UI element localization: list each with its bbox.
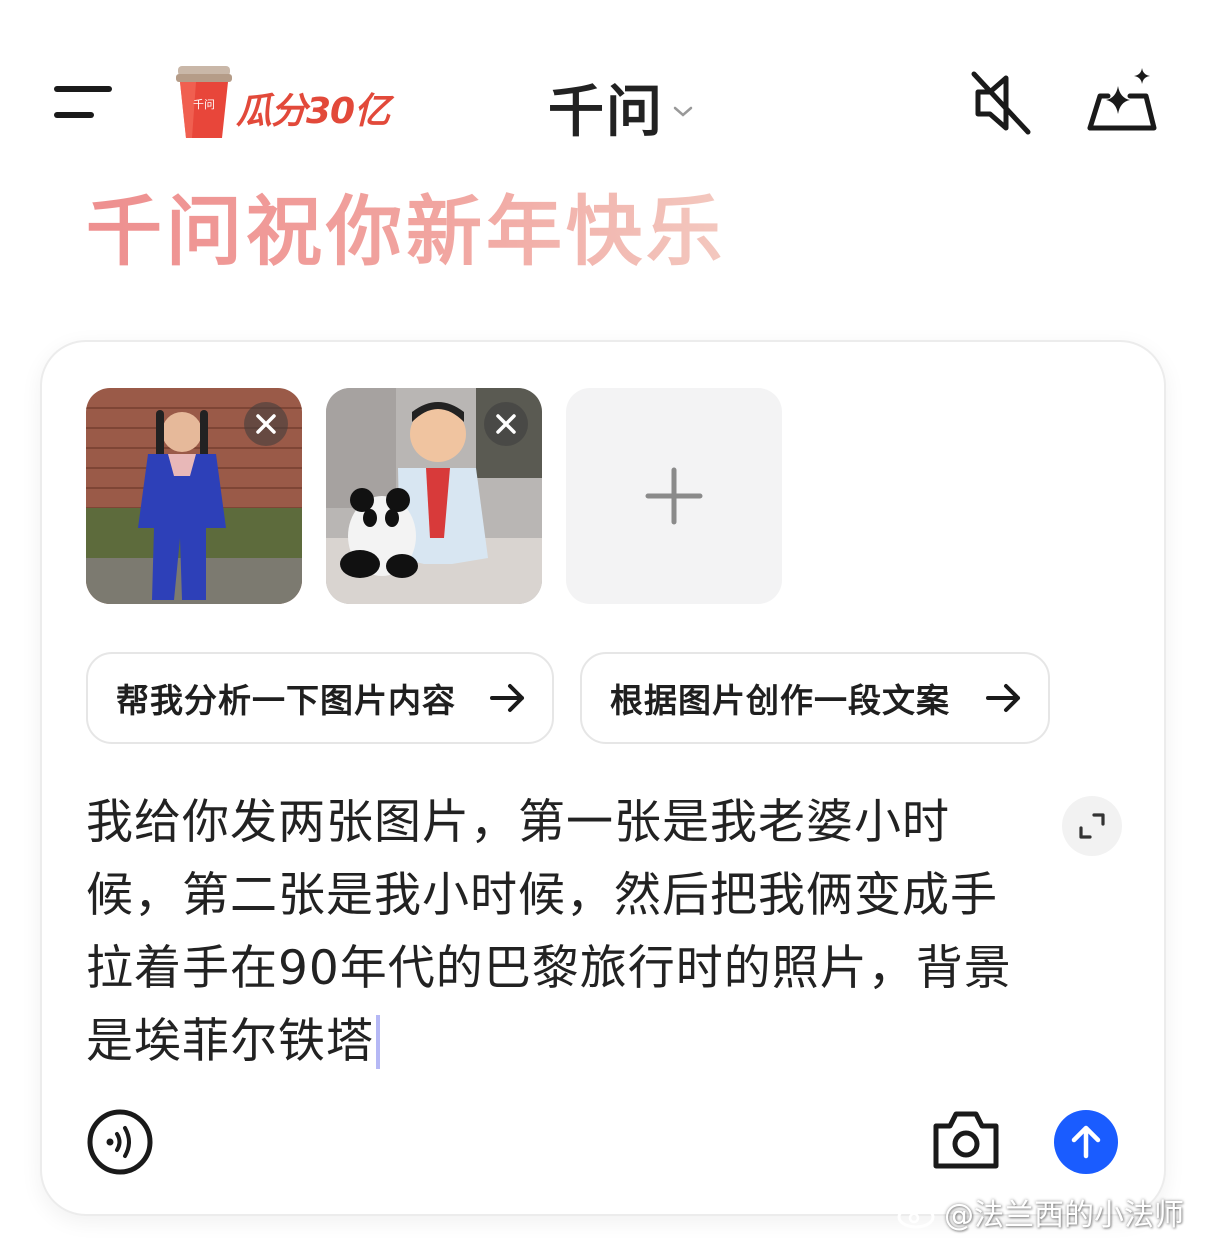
watermark: @法兰西的小法师 <box>896 1190 1184 1234</box>
coffee-cup-icon: 千问 <box>176 66 232 138</box>
attachment-thumbnail[interactable] <box>326 388 542 604</box>
voice-waves-icon <box>87 1109 153 1175</box>
close-icon <box>496 414 516 434</box>
app-title: 千问 <box>548 79 664 145</box>
watermark-text: @法兰西的小法师 <box>944 1198 1184 1233</box>
camera-button[interactable] <box>930 1106 1002 1174</box>
weibo-logo-icon <box>897 1197 938 1229</box>
message-input[interactable]: 我给你发两张图片，第一张是我老婆小时候，第二张是我小时候，然后把我俩变成手拉着手… <box>86 786 1016 1078</box>
speaker-muted-icon <box>971 71 1031 135</box>
camera-icon <box>933 1111 999 1169</box>
suggestion-label: 根据图片创作一段文案 <box>610 681 950 720</box>
suggestion-chip-analyze[interactable]: 帮我分析一下图片内容 <box>86 652 554 744</box>
attachment-thumbnail[interactable] <box>86 388 302 604</box>
new-chat-button[interactable] <box>1084 66 1160 136</box>
arrow-right-icon <box>986 684 1020 712</box>
expand-input-button[interactable] <box>1062 796 1122 856</box>
promo-text: 瓜分30亿 <box>236 91 390 132</box>
remove-attachment-button[interactable] <box>244 402 288 446</box>
remove-attachment-button[interactable] <box>484 402 528 446</box>
menu-button[interactable] <box>52 82 116 122</box>
arrow-right-icon <box>490 684 524 712</box>
sparkle-new-chat-icon <box>1087 68 1157 131</box>
chevron-down-icon <box>673 106 693 117</box>
menu-icon <box>54 86 112 118</box>
model-selector[interactable]: 千问 <box>548 72 694 145</box>
message-input-text: 我给你发两张图片，第一张是我老婆小时候，第二张是我小时候，然后把我俩变成手拉着手… <box>86 795 1012 1069</box>
send-button[interactable] <box>1054 1110 1118 1174</box>
mute-button[interactable] <box>968 70 1036 136</box>
suggestion-chip-copywriting[interactable]: 根据图片创作一段文案 <box>580 652 1050 744</box>
expand-icon <box>1079 813 1105 839</box>
arrow-up-icon <box>1071 1125 1101 1159</box>
suggestion-label: 帮我分析一下图片内容 <box>116 681 456 720</box>
cup-label: 千问 <box>193 98 215 111</box>
close-icon <box>256 414 276 434</box>
greeting-heading: 千问祝你新年快乐 <box>86 170 726 280</box>
text-caret <box>376 1015 380 1069</box>
add-image-button[interactable] <box>566 388 782 604</box>
voice-input-button[interactable] <box>86 1108 154 1176</box>
plus-icon <box>645 467 703 525</box>
promo-banner[interactable]: 千问 瓜分30亿 <box>176 64 406 144</box>
